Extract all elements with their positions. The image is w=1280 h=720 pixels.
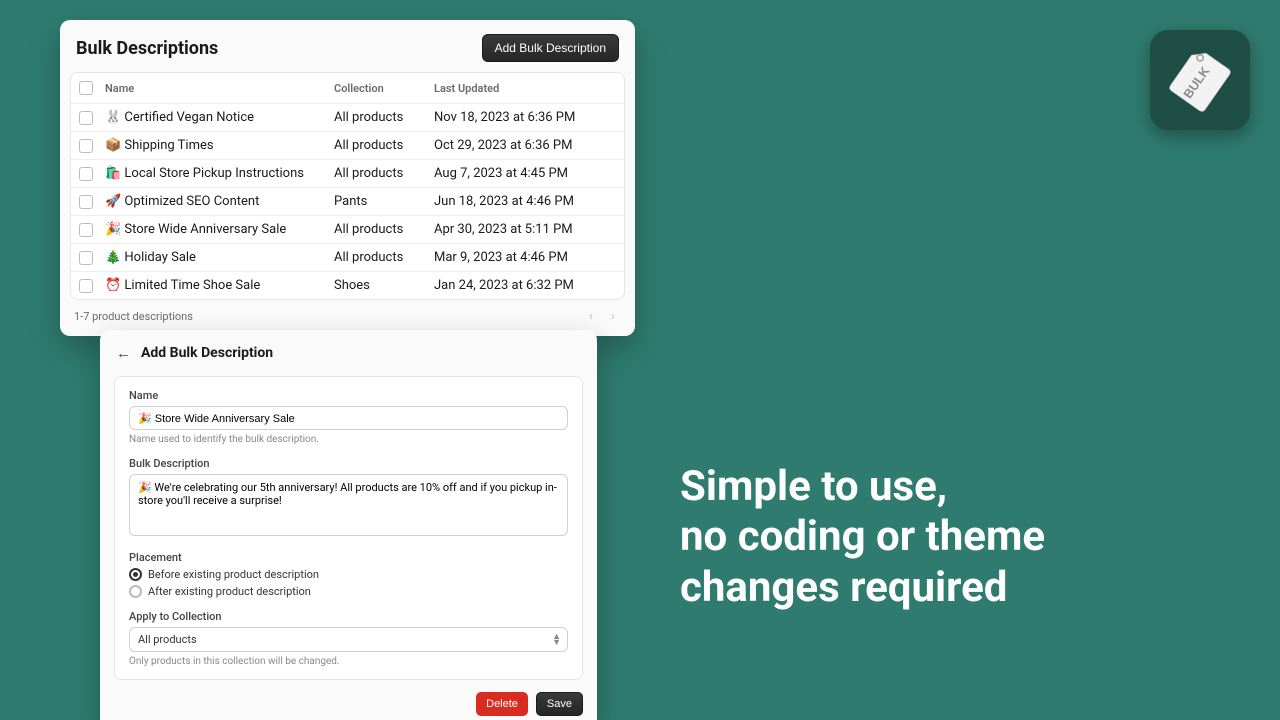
placement-after-label: After existing product description: [148, 585, 311, 598]
save-button[interactable]: Save: [536, 692, 583, 716]
row-updated: Jan 24, 2023 at 6:32 PM: [434, 278, 616, 293]
apply-collection-select[interactable]: All products ▲▼: [129, 627, 568, 652]
description-field[interactable]: [129, 474, 568, 536]
row-updated: Mar 9, 2023 at 4:46 PM: [434, 250, 616, 265]
app-icon: BULK: [1150, 30, 1250, 130]
row-checkbox[interactable]: [79, 139, 93, 153]
row-collection: All products: [334, 250, 434, 265]
row-name: 🐰 Certified Vegan Notice: [105, 110, 334, 125]
form-card: Name Name used to identify the bulk desc…: [114, 376, 583, 680]
row-collection: All products: [334, 222, 434, 237]
row-name: 📦 Shipping Times: [105, 138, 334, 153]
row-checkbox[interactable]: [79, 195, 93, 209]
placement-after-radio[interactable]: After existing product description: [129, 585, 568, 598]
row-updated: Nov 18, 2023 at 6:36 PM: [434, 110, 616, 125]
row-collection: All products: [334, 138, 434, 153]
col-header-updated[interactable]: Last Updated: [434, 82, 616, 95]
row-updated: Oct 29, 2023 at 6:36 PM: [434, 138, 616, 153]
row-updated: Aug 7, 2023 at 4:45 PM: [434, 166, 616, 181]
apply-collection-value: All products: [138, 633, 197, 646]
table-row[interactable]: 📦 Shipping Times All products Oct 29, 20…: [71, 131, 624, 159]
placement-before-radio[interactable]: Before existing product description: [129, 568, 568, 581]
col-header-name[interactable]: Name: [105, 82, 334, 95]
bulk-descriptions-panel: Bulk Descriptions Add Bulk Description N…: [60, 20, 635, 336]
row-checkbox[interactable]: [79, 111, 93, 125]
form-title: Add Bulk Description: [141, 345, 273, 361]
placement-before-label: Before existing product description: [148, 568, 319, 581]
page-title: Bulk Descriptions: [76, 38, 218, 59]
descriptions-table: Name Collection Last Updated 🐰 Certified…: [70, 72, 625, 300]
table-row[interactable]: 🛍️ Local Store Pickup Instructions All p…: [71, 159, 624, 187]
row-name: 🛍️ Local Store Pickup Instructions: [105, 166, 334, 181]
hero-tagline: Simple to use,no coding or themechanges …: [680, 462, 1240, 613]
table-row[interactable]: 🚀 Optimized SEO Content Pants Jun 18, 20…: [71, 187, 624, 215]
row-checkbox[interactable]: [79, 167, 93, 181]
name-field[interactable]: [129, 406, 568, 430]
row-checkbox[interactable]: [79, 251, 93, 265]
select-all-checkbox[interactable]: [79, 81, 93, 95]
row-collection: All products: [334, 166, 434, 181]
apply-collection-label: Apply to Collection: [129, 610, 568, 623]
add-bulk-description-button[interactable]: Add Bulk Description: [482, 34, 619, 62]
table-footer-count: 1-7 product descriptions: [74, 310, 193, 323]
row-collection: All products: [334, 110, 434, 125]
table-row[interactable]: 🐰 Certified Vegan Notice All products No…: [71, 103, 624, 131]
select-updown-icon: ▲▼: [552, 634, 559, 646]
col-header-collection[interactable]: Collection: [334, 82, 434, 95]
next-page-button[interactable]: ›: [605, 308, 621, 324]
row-checkbox[interactable]: [79, 223, 93, 237]
add-bulk-description-panel: ← Add Bulk Description Name Name used to…: [100, 330, 597, 720]
table-row[interactable]: 🎄 Holiday Sale All products Mar 9, 2023 …: [71, 243, 624, 271]
delete-button[interactable]: Delete: [476, 692, 528, 716]
back-arrow-icon[interactable]: ←: [116, 344, 131, 362]
row-name: 🎉 Store Wide Anniversary Sale: [105, 222, 334, 237]
table-row[interactable]: ⏰ Limited Time Shoe Sale Shoes Jan 24, 2…: [71, 271, 624, 299]
name-label: Name: [129, 389, 568, 402]
name-help-text: Name used to identify the bulk descripti…: [129, 434, 568, 445]
table-header-row: Name Collection Last Updated: [71, 73, 624, 103]
row-name: 🚀 Optimized SEO Content: [105, 194, 334, 209]
row-checkbox[interactable]: [79, 279, 93, 293]
row-name: 🎄 Holiday Sale: [105, 250, 334, 265]
row-collection: Shoes: [334, 278, 434, 293]
description-label: Bulk Description: [129, 457, 568, 470]
table-row[interactable]: 🎉 Store Wide Anniversary Sale All produc…: [71, 215, 624, 243]
placement-label: Placement: [129, 551, 568, 564]
apply-collection-help: Only products in this collection will be…: [129, 656, 568, 667]
row-collection: Pants: [334, 194, 434, 209]
row-updated: Apr 30, 2023 at 5:11 PM: [434, 222, 616, 237]
prev-page-button[interactable]: ‹: [583, 308, 599, 324]
row-updated: Jun 18, 2023 at 4:46 PM: [434, 194, 616, 209]
row-name: ⏰ Limited Time Shoe Sale: [105, 278, 334, 293]
bulk-tag-icon: BULK: [1165, 45, 1235, 115]
